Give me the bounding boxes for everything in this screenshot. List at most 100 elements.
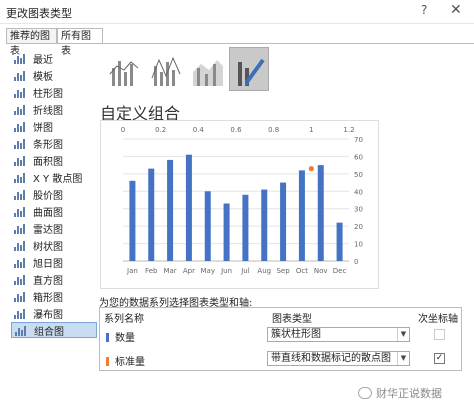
wechat-logo-icon [358,387,372,399]
area-chart-icon [13,154,27,166]
sidebar-item-label: 条形图 [33,139,63,151]
sidebar-item-label: 树状图 [33,241,63,253]
secondary-x-tick-label: 1 [309,126,313,134]
x-tick-label: Jun [220,267,232,275]
sidebar-item-label: 瀑布图 [33,309,63,321]
sidebar-item-pie-chart[interactable]: 饼图 [11,118,97,134]
sidebar-item-waterfall-chart[interactable]: 瀑布图 [11,305,97,321]
col-header-axis: 次坐标轴 [418,314,458,325]
thumb-column-line-secondary[interactable] [145,47,185,91]
column-line-secondary-axis-icon [151,56,181,86]
x-tick-label: May [201,267,215,275]
secondary-x-tick-label: 0.4 [193,126,205,134]
sidebar-item-histogram-chart[interactable]: 直方图 [11,271,97,287]
bar-sep [280,182,287,261]
x-tick-label: Apr [183,267,195,275]
waterfall-chart-icon [13,307,27,319]
sidebar-item-label: 旭日图 [33,258,63,270]
sidebar-item-scatter-chart[interactable]: X Y 散点图 [11,169,97,185]
x-tick-label: Oct [296,267,308,275]
chart-type-value: 簇状柱形图 [271,329,321,340]
col-header-type: 图表类型 [272,314,312,325]
sunburst-chart-icon [13,256,27,268]
bar-oct [298,170,305,261]
sidebar-item-label: X Y 散点图 [33,173,83,185]
chart-type-select-2[interactable]: 带直线和数据标记的散点图 ▼ [267,351,410,366]
chevron-down-icon: ▼ [397,328,409,341]
right-y-tick-label: 70 [354,136,363,144]
secondary-axis-checkbox-2[interactable]: ✓ [434,353,445,364]
x-tick-label: Mar [163,267,176,275]
line-chart-icon [13,103,27,115]
sidebar-item-combo-chart[interactable]: 组合图 [11,322,97,338]
bar-jul [242,194,249,261]
tab-all-charts[interactable]: 所有图表 [57,28,103,57]
bar-aug [261,189,268,261]
right-y-tick-label: 0 [354,258,358,266]
series-row-1: 数量 [106,329,135,344]
window-title: 更改图表类型 [6,7,72,20]
bar-nov [317,165,324,261]
tab-recommended[interactable]: 推荐的图表 [6,28,57,57]
secondary-axis-checkbox-1[interactable] [434,329,445,340]
sidebar-item-label: 柱形图 [33,88,63,100]
sidebar-item-label: 模板 [33,71,53,83]
scatter-point [308,166,314,172]
histogram-chart-icon [13,273,27,285]
sidebar-item-sunburst-chart[interactable]: 旭日图 [11,254,97,270]
combo-chart-icon [14,324,28,336]
chart-type-value: 带直线和数据标记的散点图 [271,353,391,364]
sidebar-item-stock-chart[interactable]: 股价图 [11,186,97,202]
sidebar-item-label: 饼图 [33,122,53,134]
x-tick-label: Feb [145,267,158,275]
sidebar-item-column-chart[interactable]: 柱形图 [11,84,97,100]
stacked-area-column-icon [193,60,223,86]
secondary-x-tick-label: 0.6 [230,126,242,134]
thumb-custom-combination[interactable] [229,47,269,91]
secondary-x-tick-label: 0.8 [268,126,279,134]
sidebar-item-label: 组合图 [34,326,64,338]
treemap-chart-icon [13,239,27,251]
bar-chart-icon [13,137,27,149]
watermark-text: 财华正说数据 [376,387,442,400]
combo-chart: 010203040506070Jan Feb Mar Apr May Jun Jul Aug S… [121,126,363,275]
series-name: 数量 [115,333,135,344]
right-y-tick-label: 60 [354,153,363,161]
thumb-stacked-area-column[interactable] [187,47,227,91]
help-button[interactable]: ? [421,3,427,17]
sidebar-item-label: 股价图 [33,190,63,202]
sidebar-item-template[interactable]: 模板 [11,67,97,83]
secondary-x-tick-label: 0 [121,126,125,134]
close-button[interactable]: ✕ [450,2,462,18]
right-y-tick-label: 40 [354,188,363,196]
series-table: 系列名称 图表类型 次坐标轴 数量 簇状柱形图 ▼ 标准量 带直线和数据标记的散… [99,307,462,371]
tab-divider [6,43,474,44]
x-tick-label: Nov [314,267,328,275]
sidebar-item-recent[interactable]: 最近 [11,50,97,66]
sidebar-item-label: 最近 [33,54,53,66]
x-tick-label: Jan [126,267,138,275]
sidebar-item-surface-chart[interactable]: 曲面图 [11,203,97,219]
bar-mar [167,159,174,261]
x-tick-label: Sep [276,267,290,275]
template-icon [13,69,27,81]
bar-apr [185,154,192,261]
sidebar-item-treemap-chart[interactable]: 树状图 [11,237,97,253]
secondary-x-tick-label: 0.2 [155,126,166,134]
right-y-tick-label: 20 [354,223,363,231]
x-tick-label: Jul [240,267,250,275]
sidebar-item-bar-chart[interactable]: 条形图 [11,135,97,151]
custom-combination-icon [238,58,265,86]
series-color-swatch [106,333,109,342]
sidebar-item-radar-chart[interactable]: 雷达图 [11,220,97,236]
chart-preview: 0 10 20 30 40 50 60 70 Jan Feb Mar Apr May Jun Jul Aug S… [100,120,379,289]
thumb-clustered-column-line[interactable] [103,47,143,91]
bar-jan [129,180,136,261]
sidebar-item-box-chart[interactable]: 箱形图 [11,288,97,304]
column-chart-icon [13,86,27,98]
sidebar-item-line-chart[interactable]: 折线图 [11,101,97,117]
sidebar-item-area-chart[interactable]: 面积图 [11,152,97,168]
sidebar-item-label: 箱形图 [33,292,63,304]
chart-type-select-1[interactable]: 簇状柱形图 ▼ [267,327,410,342]
stock-chart-icon [13,188,27,200]
